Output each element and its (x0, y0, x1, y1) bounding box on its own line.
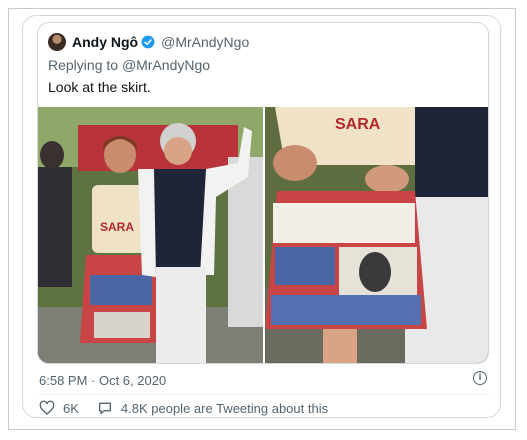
tweet-timestamp[interactable]: 6:58 PM · Oct 6, 2020 (39, 373, 166, 388)
photo-right[interactable]: SARA (265, 107, 488, 363)
tweeting-about-button[interactable]: 4.8K people are Tweeting about this (97, 400, 328, 416)
photo-left-image: SARA (38, 107, 263, 363)
left-shirt-text: SARA (100, 220, 134, 234)
info-icon[interactable]: i (473, 371, 487, 385)
author-handle[interactable]: @MrAndyNgo (161, 34, 249, 50)
embedded-tweet-card[interactable]: Andy Ngô @MrAndyNgo Replying to @MrAndyN… (22, 15, 501, 418)
photo-left[interactable]: SARA (38, 107, 263, 363)
heart-outline-icon (39, 400, 55, 415)
replying-to: Replying to @MrAndyNgo (48, 57, 210, 73)
author-name[interactable]: Andy Ngô (72, 34, 138, 50)
photo-right-image: SARA (265, 107, 488, 363)
avatar[interactable] (48, 33, 66, 51)
tweet-media[interactable]: SARA SARA (38, 107, 488, 363)
tweeting-about-text: 4.8K people are Tweeting about this (120, 400, 329, 416)
speech-bubble-icon (98, 402, 111, 414)
tweet-text: Look at the skirt. (48, 79, 151, 95)
reply-prefix: Replying to (48, 57, 122, 73)
tweet-body[interactable]: Andy Ngô @MrAndyNgo Replying to @MrAndyN… (37, 22, 489, 364)
tweet-actions: 6K 4.8K people are Tweeting about this (39, 400, 346, 416)
like-button[interactable]: 6K (39, 400, 79, 416)
divider (37, 394, 489, 395)
like-count: 6K (63, 400, 79, 416)
tweet-header: Andy Ngô @MrAndyNgo (48, 31, 249, 53)
right-shirt-text: SARA (335, 116, 381, 133)
verified-badge-icon (141, 35, 155, 49)
reply-mention-link[interactable]: @MrAndyNgo (122, 57, 210, 73)
